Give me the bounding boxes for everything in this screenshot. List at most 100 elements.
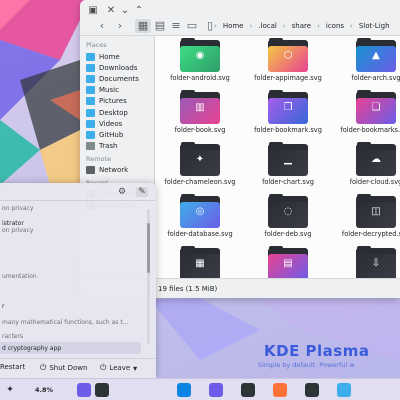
application-launcher: ⚙ ✎ on privacy istrator on privacy ument… [0,183,156,378]
trash-icon [86,142,95,151]
status-text: 19 files (1.5 MiB) [158,285,218,293]
music-icon [86,86,95,95]
settings-icon[interactable]: ⚙ [116,187,128,197]
shutdown-button[interactable]: ⏻ Shut Down [40,363,87,373]
taskbar-app[interactable] [76,382,92,398]
taskbar-app[interactable] [176,382,192,398]
sidebar-item-desktop[interactable]: Desktop [80,107,154,118]
sidebar-item-label: Trash [99,142,118,151]
details-view-icon[interactable]: ▤ [152,19,168,33]
close-icon[interactable]: ✕ [104,4,118,18]
sidebar-item-trash[interactable]: Trash [80,141,154,152]
bookmark-icon: ❐ [283,102,293,113]
app-g-icon [337,383,351,397]
sidebar-item-pictures[interactable]: Pictures [80,96,154,107]
file-item[interactable]: ✦ folder-chameleon.svg [156,140,244,192]
sidebar-item-github[interactable]: GitHub [80,129,154,140]
file-item[interactable]: ▥ folder-book.svg [156,88,244,140]
taskbar-app[interactable] [272,382,288,398]
file-name: folder-decrypted.svg [341,230,400,238]
taskbar-app[interactable] [240,382,256,398]
chevron-up-icon[interactable]: ⌃ [132,4,146,18]
sidebar-item-network[interactable]: Network [80,165,154,176]
breadcrumb: › Home › .local › share › icons › Slot-L… [213,20,395,32]
launcher-item[interactable]: d cryptography app [2,345,61,352]
breadcrumb-home[interactable]: Home [218,20,249,32]
android-icon: ◉ [195,50,205,61]
sidebar-item-documents[interactable]: Documents [80,73,154,84]
file-item[interactable]: ▁ folder-chart.svg [244,140,332,192]
file-item[interactable]: ▦folder-docker.svg [156,244,244,278]
taskbar-panel: ✦ 4.8% [0,378,400,400]
file-item[interactable]: ◎ folder-database.svg [156,192,244,244]
app-menu-icon[interactable]: ✦ [4,382,16,398]
github-icon [86,130,95,139]
restart-button[interactable]: Restart [0,363,25,371]
sidebar-item-label: Music [99,86,119,95]
app-menu-icon[interactable]: ▣ [86,4,100,18]
launcher-item[interactable]: istrator [2,220,24,227]
file-item[interactable]: ⬡ folder-appimage.svg [244,36,332,88]
terminal-icon[interactable]: ▭ [184,19,200,33]
kde-tagline: Simple by default. Powerful w [258,361,355,369]
file-item[interactable]: ◌ folder-deb.svg [244,192,332,244]
app-b-icon [95,383,109,397]
places-header: Places [86,41,107,49]
file-item[interactable]: ☁ folder-cloud.svg [332,140,400,192]
file-grid: ◉ folder-android.svg ⬡ folder-appimage.svg ▲… [156,36,400,278]
forward-icon[interactable]: › [112,19,128,33]
compact-view-icon[interactable]: ≡ [168,19,184,33]
file-item[interactable]: ▤folder-documents. [244,244,332,278]
launcher-footer: Restart ⏻ Shut Down ⏻ Leave ▾ [0,358,156,378]
sidebar-item-home[interactable]: Home [80,51,154,62]
launcher-item-description[interactable]: on privacy [2,205,33,212]
download-icon: ⇩ [371,258,381,269]
breadcrumb-local[interactable]: .local [253,20,282,32]
file-name: folder-android.svg [170,74,230,82]
file-item[interactable]: ❏ folder-bookmarks.svg [332,88,400,140]
file-item[interactable]: ◫ folder-decrypted.svg [332,192,400,244]
sidebar-item-videos[interactable]: Videos [80,118,154,129]
breadcrumb-current[interactable]: Slot-Ligh [354,20,395,32]
file-item[interactable]: ⇩folder-downloa [332,244,400,278]
bookmarks-icon: ❏ [371,102,381,113]
folder-icon: ◎ [180,194,220,228]
file-item[interactable]: ▲ folder-arch.svg [332,36,400,88]
cpu-monitor[interactable]: 4.8% [24,382,64,398]
home-icon [86,52,95,61]
folder-icon: ▲ [356,38,396,72]
sidebar-item-label: Downloads [99,63,138,72]
launcher-item-description[interactable]: umentation [2,273,37,280]
folder-icon: ▁ [268,142,308,176]
taskbar-app[interactable] [208,382,224,398]
file-name: folder-chameleon.svg [164,178,236,186]
folder-icon: ⇩ [356,246,396,278]
cloud-icon: ☁ [371,154,381,165]
launcher-item-description[interactable]: many mathematical functions, such as t..… [2,319,128,326]
view-mode-icon[interactable]: ▦ [135,19,151,33]
chevron-down-icon[interactable]: ⌄ [118,4,132,18]
sidebar-item-downloads[interactable]: Downloads [80,62,154,73]
launcher-scrollbar-thumb[interactable] [147,223,150,273]
taskbar-app[interactable] [94,382,110,398]
launcher-item[interactable]: r [2,303,4,310]
back-icon[interactable]: ‹ [94,19,110,33]
sidebar-item-music[interactable]: Music [80,85,154,96]
network-icon [86,166,95,175]
restart-label: Restart [0,363,26,371]
taskbar-app[interactable] [336,382,352,398]
cpu-usage-text: 4.8% [34,386,54,394]
launcher-item-description[interactable]: racters [2,333,23,340]
file-item[interactable]: ❐ folder-bookmark.svg [244,88,332,140]
file-name: folder-cloud.svg [349,178,400,186]
folder-icon: ⬡ [268,38,308,72]
leave-button[interactable]: ⏻ Leave ▾ [100,363,140,373]
file-item[interactable]: ◉ folder-android.svg [156,36,244,88]
breadcrumb-share[interactable]: share [287,20,316,32]
launcher-item-description[interactable]: on privacy [2,227,33,234]
pin-icon[interactable]: ✎ [136,187,148,197]
documents-icon: ▤ [283,258,293,269]
breadcrumb-icons[interactable]: icons [321,20,349,32]
file-name: folder-deb.svg [264,230,312,238]
taskbar-app[interactable] [304,382,320,398]
